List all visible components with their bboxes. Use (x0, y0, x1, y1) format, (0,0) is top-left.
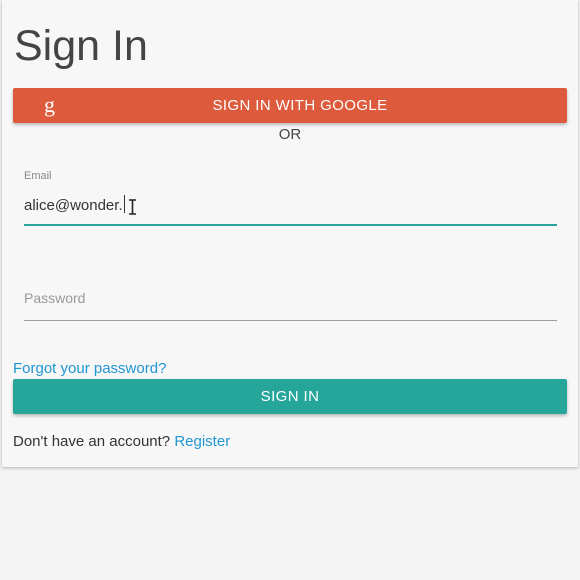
register-link[interactable]: Register (174, 433, 230, 450)
sign-in-button[interactable]: SIGN IN (13, 379, 567, 414)
email-label: Email (24, 170, 52, 182)
sign-in-card: Sign In g SIGN IN WITH GOOGLE OR Email a… (2, 0, 578, 467)
sign-in-with-google-button[interactable]: g SIGN IN WITH GOOGLE (13, 88, 567, 123)
page-title: Sign In (14, 22, 148, 70)
password-underline (24, 320, 557, 321)
email-value: alice@wonder. (24, 197, 123, 214)
forgot-password-link[interactable]: Forgot your password? (13, 360, 166, 377)
google-button-label: SIGN IN WITH GOOGLE (212, 97, 388, 114)
or-divider: OR (278, 126, 302, 143)
register-row: Don't have an account? Register (13, 433, 230, 450)
register-prompt: Don't have an account? (13, 433, 171, 450)
text-cursor-icon (129, 199, 136, 215)
password-field[interactable]: Password (24, 290, 85, 306)
text-caret (123, 195, 125, 213)
email-field[interactable]: alice@wonder. (24, 195, 125, 214)
email-underline (24, 224, 557, 226)
